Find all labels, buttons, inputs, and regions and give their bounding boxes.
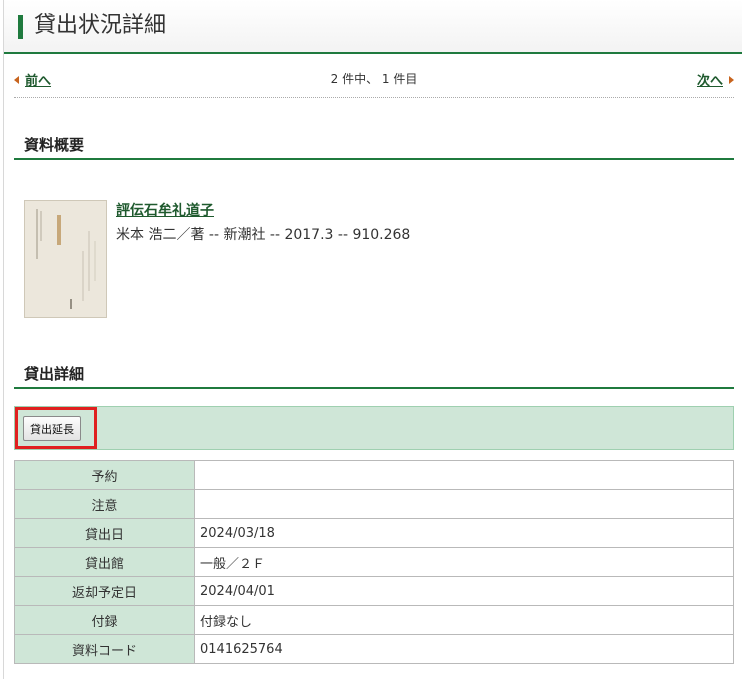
- loan-detail-table: 予約 注意 貸出日 2024/03/18 貸出館 一般／２Ｆ 返却予定日 202…: [14, 460, 734, 664]
- row-label: 予約: [14, 460, 195, 490]
- table-row: 予約: [14, 460, 734, 490]
- row-value: 2024/03/18: [194, 518, 734, 548]
- row-value: [194, 460, 734, 490]
- book-cover-illustration: [25, 201, 106, 317]
- book-title-link[interactable]: 評伝石牟礼道子: [116, 200, 214, 220]
- row-value: 付録なし: [194, 605, 734, 635]
- row-value: 0141625764: [194, 634, 734, 664]
- page-left-border: [3, 0, 4, 679]
- action-bar: 貸出延長: [14, 406, 734, 450]
- next-link-label: 次へ: [696, 74, 723, 89]
- extend-loan-button[interactable]: 貸出延長: [23, 416, 81, 441]
- page-title: 貸出状況詳細: [34, 13, 167, 38]
- row-label: 返却予定日: [14, 576, 195, 606]
- overview-heading: 資料概要: [14, 134, 734, 160]
- row-label: 注意: [14, 489, 195, 519]
- loan-heading: 貸出詳細: [14, 363, 734, 389]
- table-row: 資料コード 0141625764: [14, 634, 734, 664]
- table-row: 貸出館 一般／２Ｆ: [14, 547, 734, 577]
- pager: 前へ 2 件中、 1 件目 次へ: [14, 64, 734, 98]
- row-label: 付録: [14, 605, 195, 635]
- row-value: 2024/04/01: [194, 576, 734, 606]
- header-accent-bar: [18, 15, 23, 39]
- table-row: 付録 付録なし: [14, 605, 734, 635]
- next-link[interactable]: 次へ: [697, 70, 734, 89]
- row-label: 資料コード: [14, 634, 195, 664]
- row-value: 一般／２Ｆ: [194, 547, 734, 577]
- row-value: [194, 489, 734, 519]
- table-row: 返却予定日 2024/04/01: [14, 576, 734, 606]
- row-label: 貸出日: [14, 518, 195, 548]
- table-row: 貸出日 2024/03/18: [14, 518, 734, 548]
- arrow-right-icon: [729, 76, 734, 84]
- page-header: 貸出状況詳細: [4, 0, 742, 54]
- pager-count: 2 件中、 1 件目: [330, 72, 418, 86]
- book-meta: 米本 浩二／著 -- 新潮社 -- 2017.3 -- 910.268: [116, 227, 411, 243]
- table-row: 注意: [14, 489, 734, 519]
- book-cover-image: [24, 200, 107, 318]
- row-label: 貸出館: [14, 547, 195, 577]
